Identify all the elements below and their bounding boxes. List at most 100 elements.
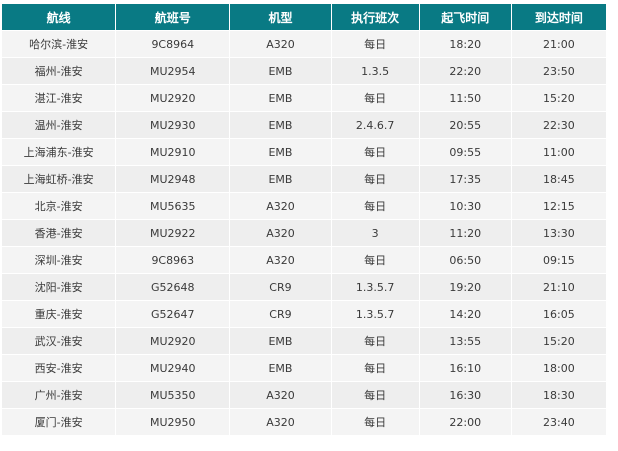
- cell-aircraft-type: A320: [230, 31, 331, 57]
- table-row: 厦门-淮安 MU2950 A320 每日 22:00 23:40: [2, 409, 606, 435]
- header-flight-number: 航班号: [116, 4, 230, 30]
- cell-operating-days: 每日: [331, 328, 419, 354]
- cell-route: 武汉-淮安: [2, 328, 116, 354]
- cell-route: 上海浦东-淮安: [2, 139, 116, 165]
- cell-arrival-time: 22:30: [511, 112, 606, 138]
- cell-aircraft-type: EMB: [230, 85, 331, 111]
- cell-operating-days: 每日: [331, 355, 419, 381]
- cell-route: 福州-淮安: [2, 58, 116, 84]
- flight-schedule-table: 航线 航班号 机型 执行班次 起飞时间 到达时间 哈尔滨-淮安 9C8964 A32…: [1, 3, 607, 436]
- cell-flight-number: MU5635: [116, 193, 230, 219]
- cell-operating-days: 3: [331, 220, 419, 246]
- cell-aircraft-type: A320: [230, 247, 331, 273]
- table-row: 广州-淮安 MU5350 A320 每日 16:30 18:30: [2, 382, 606, 408]
- cell-aircraft-type: CR9: [230, 274, 331, 300]
- table-row: 深圳-淮安 9C8963 A320 每日 06:50 09:15: [2, 247, 606, 273]
- header-route: 航线: [2, 4, 116, 30]
- cell-departure-time: 11:50: [419, 85, 511, 111]
- cell-operating-days: 1.3.5: [331, 58, 419, 84]
- cell-flight-number: MU2920: [116, 85, 230, 111]
- table-body: 哈尔滨-淮安 9C8964 A320 每日 18:20 21:00 福州-淮安 MU2954 E…: [2, 31, 606, 435]
- header-operating-days: 执行班次: [331, 4, 419, 30]
- cell-flight-number: MU2922: [116, 220, 230, 246]
- cell-route: 沈阳-淮安: [2, 274, 116, 300]
- cell-operating-days: 每日: [331, 85, 419, 111]
- cell-aircraft-type: EMB: [230, 58, 331, 84]
- table-row: 重庆-淮安 G52647 CR9 1.3.5.7 14:20 16:05: [2, 301, 606, 327]
- cell-aircraft-type: A320: [230, 193, 331, 219]
- cell-aircraft-type: A320: [230, 409, 331, 435]
- cell-departure-time: 22:20: [419, 58, 511, 84]
- table-row: 温州-淮安 MU2930 EMB 2.4.6.7 20:55 22:30: [2, 112, 606, 138]
- cell-operating-days: 每日: [331, 409, 419, 435]
- cell-route: 广州-淮安: [2, 382, 116, 408]
- cell-operating-days: 每日: [331, 139, 419, 165]
- cell-arrival-time: 15:20: [511, 85, 606, 111]
- cell-departure-time: 13:55: [419, 328, 511, 354]
- cell-departure-time: 17:35: [419, 166, 511, 192]
- cell-departure-time: 14:20: [419, 301, 511, 327]
- cell-aircraft-type: A320: [230, 220, 331, 246]
- cell-departure-time: 19:20: [419, 274, 511, 300]
- cell-departure-time: 16:10: [419, 355, 511, 381]
- table-row: 福州-淮安 MU2954 EMB 1.3.5 22:20 23:50: [2, 58, 606, 84]
- cell-route: 厦门-淮安: [2, 409, 116, 435]
- table-row: 上海虹桥-淮安 MU2948 EMB 每日 17:35 18:45: [2, 166, 606, 192]
- cell-aircraft-type: EMB: [230, 328, 331, 354]
- table-header-row: 航线 航班号 机型 执行班次 起飞时间 到达时间: [2, 4, 606, 30]
- cell-operating-days: 2.4.6.7: [331, 112, 419, 138]
- cell-arrival-time: 16:05: [511, 301, 606, 327]
- cell-departure-time: 09:55: [419, 139, 511, 165]
- table-row: 哈尔滨-淮安 9C8964 A320 每日 18:20 21:00: [2, 31, 606, 57]
- cell-route: 深圳-淮安: [2, 247, 116, 273]
- cell-arrival-time: 13:30: [511, 220, 606, 246]
- table-row: 湛江-淮安 MU2920 EMB 每日 11:50 15:20: [2, 85, 606, 111]
- cell-aircraft-type: CR9: [230, 301, 331, 327]
- table-row: 上海浦东-淮安 MU2910 EMB 每日 09:55 11:00: [2, 139, 606, 165]
- cell-route: 湛江-淮安: [2, 85, 116, 111]
- cell-arrival-time: 18:00: [511, 355, 606, 381]
- cell-flight-number: MU2920: [116, 328, 230, 354]
- cell-operating-days: 每日: [331, 247, 419, 273]
- header-departure-time: 起飞时间: [419, 4, 511, 30]
- cell-aircraft-type: EMB: [230, 355, 331, 381]
- cell-aircraft-type: EMB: [230, 112, 331, 138]
- cell-flight-number: MU2940: [116, 355, 230, 381]
- table-row: 沈阳-淮安 G52648 CR9 1.3.5.7 19:20 21:10: [2, 274, 606, 300]
- cell-flight-number: MU2948: [116, 166, 230, 192]
- cell-route: 上海虹桥-淮安: [2, 166, 116, 192]
- cell-aircraft-type: A320: [230, 382, 331, 408]
- cell-flight-number: G52647: [116, 301, 230, 327]
- table-row: 北京-淮安 MU5635 A320 每日 10:30 12:15: [2, 193, 606, 219]
- cell-departure-time: 06:50: [419, 247, 511, 273]
- cell-arrival-time: 21:10: [511, 274, 606, 300]
- cell-aircraft-type: EMB: [230, 139, 331, 165]
- cell-departure-time: 11:20: [419, 220, 511, 246]
- table-row: 西安-淮安 MU2940 EMB 每日 16:10 18:00: [2, 355, 606, 381]
- cell-arrival-time: 09:15: [511, 247, 606, 273]
- cell-operating-days: 每日: [331, 166, 419, 192]
- cell-arrival-time: 23:40: [511, 409, 606, 435]
- cell-departure-time: 16:30: [419, 382, 511, 408]
- cell-operating-days: 1.3.5.7: [331, 274, 419, 300]
- cell-flight-number: MU2910: [116, 139, 230, 165]
- cell-operating-days: 每日: [331, 382, 419, 408]
- cell-flight-number: 9C8963: [116, 247, 230, 273]
- cell-route: 香港-淮安: [2, 220, 116, 246]
- cell-operating-days: 每日: [331, 193, 419, 219]
- cell-arrival-time: 18:30: [511, 382, 606, 408]
- header-arrival-time: 到达时间: [511, 4, 606, 30]
- cell-flight-number: 9C8964: [116, 31, 230, 57]
- cell-departure-time: 20:55: [419, 112, 511, 138]
- cell-route: 重庆-淮安: [2, 301, 116, 327]
- cell-flight-number: MU5350: [116, 382, 230, 408]
- cell-route: 温州-淮安: [2, 112, 116, 138]
- cell-arrival-time: 15:20: [511, 328, 606, 354]
- header-aircraft-type: 机型: [230, 4, 331, 30]
- cell-departure-time: 18:20: [419, 31, 511, 57]
- cell-arrival-time: 21:00: [511, 31, 606, 57]
- cell-route: 哈尔滨-淮安: [2, 31, 116, 57]
- cell-operating-days: 每日: [331, 31, 419, 57]
- cell-aircraft-type: EMB: [230, 166, 331, 192]
- table-row: 武汉-淮安 MU2920 EMB 每日 13:55 15:20: [2, 328, 606, 354]
